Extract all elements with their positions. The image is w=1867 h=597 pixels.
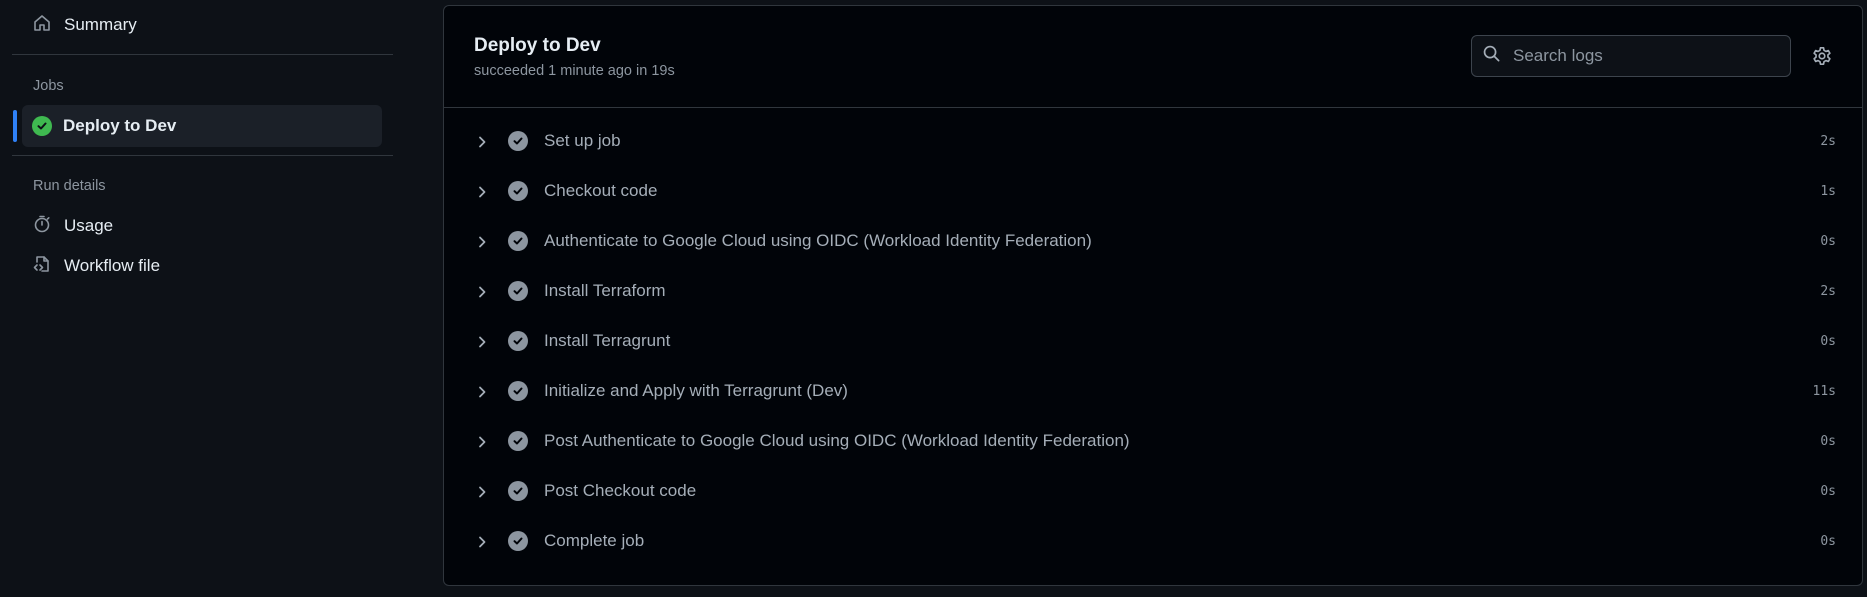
sidebar-item-label: Deploy to Dev xyxy=(63,116,177,135)
active-item-marker xyxy=(13,110,17,142)
step-duration: 0s xyxy=(1820,334,1836,349)
search-box[interactable] xyxy=(1471,35,1791,77)
step-name: Install Terragrunt xyxy=(544,331,671,350)
run-details-heading: Run details xyxy=(33,178,106,194)
check-circle-icon xyxy=(508,281,528,301)
step-name: Initialize and Apply with Terragrunt (De… xyxy=(544,381,848,400)
stopwatch-icon xyxy=(32,214,52,239)
check-circle-icon xyxy=(508,531,528,551)
check-circle-icon xyxy=(508,131,528,151)
check-circle-icon xyxy=(32,116,52,136)
sidebar-divider xyxy=(12,155,393,156)
sidebar-divider xyxy=(12,54,393,55)
workflow-run-page: Summary Jobs Deploy to Dev Run details U… xyxy=(0,0,1867,597)
check-circle-icon xyxy=(508,481,528,501)
search-logs-input[interactable] xyxy=(1511,45,1775,67)
step-duration: 0s xyxy=(1820,434,1836,449)
step-row[interactable]: Authenticate to Google Cloud using OIDC … xyxy=(444,218,1862,268)
step-name: Set up job xyxy=(544,131,621,150)
check-circle-icon xyxy=(508,331,528,351)
step-row[interactable]: Post Checkout code 0s xyxy=(444,468,1862,518)
jobs-heading: Jobs xyxy=(33,78,64,94)
sidebar-item-label: Workflow file xyxy=(64,256,161,275)
sidebar-item-deploy-to-dev[interactable]: Deploy to Dev xyxy=(22,105,382,147)
home-icon xyxy=(32,13,52,38)
step-row[interactable]: Post Authenticate to Google Cloud using … xyxy=(444,418,1862,468)
steps-list: Set up job 2s Checkout code 1s Authentic… xyxy=(444,118,1862,568)
sidebar: Summary Jobs Deploy to Dev Run details U… xyxy=(0,0,410,597)
chevron-right-icon[interactable] xyxy=(474,384,490,400)
step-row[interactable]: Set up job 2s xyxy=(444,118,1862,168)
step-name: Checkout code xyxy=(544,181,658,200)
step-name: Install Terraform xyxy=(544,281,666,300)
sidebar-item-workflow-file[interactable]: Workflow file xyxy=(22,246,160,286)
sidebar-item-summary[interactable]: Summary xyxy=(22,5,137,45)
step-duration: 2s xyxy=(1820,134,1836,149)
job-title: Deploy to Dev xyxy=(474,35,601,56)
step-name: Post Authenticate to Google Cloud using … xyxy=(544,431,1130,450)
check-circle-icon xyxy=(508,381,528,401)
step-row[interactable]: Checkout code 1s xyxy=(444,168,1862,218)
gear-icon[interactable] xyxy=(1811,45,1833,67)
chevron-right-icon[interactable] xyxy=(474,284,490,300)
check-circle-icon xyxy=(508,231,528,251)
step-row[interactable]: Initialize and Apply with Terragrunt (De… xyxy=(444,368,1862,418)
check-circle-icon xyxy=(508,431,528,451)
job-log-panel: Deploy to Dev succeeded 1 minute ago in … xyxy=(443,5,1863,586)
job-status-text: succeeded 1 minute ago in 19s xyxy=(474,63,675,79)
check-circle-icon xyxy=(508,181,528,201)
chevron-right-icon[interactable] xyxy=(474,434,490,450)
step-name: Authenticate to Google Cloud using OIDC … xyxy=(544,231,1092,250)
chevron-right-icon[interactable] xyxy=(474,134,490,150)
step-duration: 0s xyxy=(1820,534,1836,549)
step-name: Post Checkout code xyxy=(544,481,697,500)
chevron-right-icon[interactable] xyxy=(474,484,490,500)
search-icon xyxy=(1472,44,1511,68)
step-row[interactable]: Install Terragrunt 0s xyxy=(444,318,1862,368)
chevron-right-icon[interactable] xyxy=(474,534,490,550)
step-duration: 2s xyxy=(1820,284,1836,299)
step-row[interactable]: Complete job 0s xyxy=(444,518,1862,568)
step-name: Complete job xyxy=(544,531,645,550)
job-header: Deploy to Dev succeeded 1 minute ago in … xyxy=(444,6,1862,108)
chevron-right-icon[interactable] xyxy=(474,334,490,350)
file-code-icon xyxy=(32,254,52,279)
chevron-right-icon[interactable] xyxy=(474,234,490,250)
sidebar-item-label: Usage xyxy=(64,216,114,235)
step-duration: 0s xyxy=(1820,484,1836,499)
chevron-right-icon[interactable] xyxy=(474,184,490,200)
step-row[interactable]: Install Terraform 2s xyxy=(444,268,1862,318)
sidebar-item-usage[interactable]: Usage xyxy=(22,206,113,246)
sidebar-item-label: Summary xyxy=(64,15,137,34)
step-duration: 11s xyxy=(1812,384,1836,399)
step-duration: 0s xyxy=(1820,234,1836,249)
step-duration: 1s xyxy=(1820,184,1836,199)
